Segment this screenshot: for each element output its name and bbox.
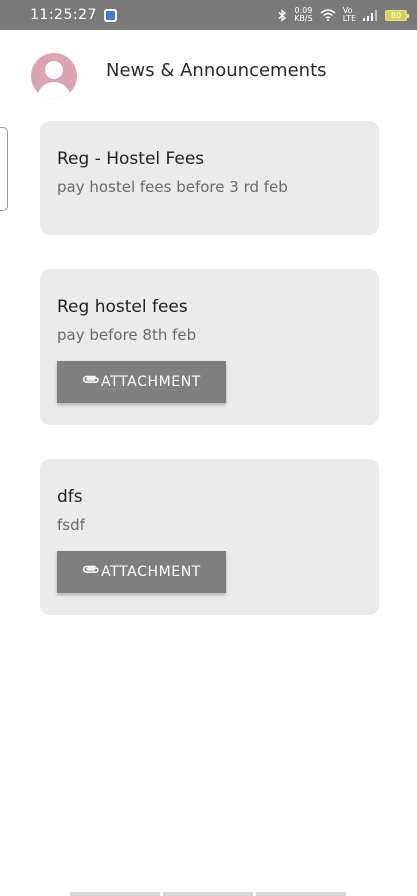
avatar-icon[interactable] bbox=[31, 53, 77, 99]
bluetooth-icon bbox=[278, 8, 287, 22]
announcement-title: Reg - Hostel Fees bbox=[57, 149, 205, 169]
battery-icon: 80 bbox=[385, 9, 409, 21]
announcement-body: fsdf bbox=[57, 516, 85, 534]
wifi-icon bbox=[320, 9, 336, 21]
avatar-body bbox=[37, 82, 71, 99]
announcement-title: Reg hostel fees bbox=[57, 297, 188, 317]
app-notification-icon bbox=[103, 8, 117, 22]
status-time: 11:25:27 bbox=[30, 7, 97, 23]
announcement-card[interactable]: dfs fsdf ATTACHMENT bbox=[40, 459, 379, 615]
announcement-body: pay hostel fees before 3 rd feb bbox=[57, 178, 288, 196]
app-header: News & Announcements bbox=[0, 30, 417, 118]
bottom-nav-hint bbox=[70, 892, 346, 896]
status-bar: 11:25:27 0.09 KB/S Vo LTE 80 bbox=[0, 0, 417, 30]
nav-hint-segment bbox=[163, 892, 253, 896]
paperclip-icon bbox=[83, 375, 99, 383]
announcement-card[interactable]: Reg hostel fees pay before 8th feb ATTAC… bbox=[40, 269, 379, 425]
attachment-button[interactable]: ATTACHMENT bbox=[57, 551, 226, 593]
nav-hint-segment bbox=[256, 892, 346, 896]
announcement-list: Reg - Hostel Fees pay hostel fees before… bbox=[40, 121, 379, 649]
avatar-head bbox=[45, 61, 63, 79]
attachment-label: ATTACHMENT bbox=[101, 374, 201, 390]
network-speed: 0.09 KB/S bbox=[294, 7, 313, 23]
edge-drawer-handle[interactable] bbox=[0, 127, 8, 211]
announcement-body: pay before 8th feb bbox=[57, 326, 197, 344]
attachment-button[interactable]: ATTACHMENT bbox=[57, 361, 226, 403]
paperclip-icon bbox=[83, 565, 99, 573]
attachment-label: ATTACHMENT bbox=[101, 564, 201, 580]
announcement-card[interactable]: Reg - Hostel Fees pay hostel fees before… bbox=[40, 121, 379, 235]
network-type: Vo LTE bbox=[343, 7, 356, 23]
nav-hint-segment bbox=[70, 892, 160, 896]
signal-icon bbox=[363, 9, 377, 21]
network-speed-unit: KB/S bbox=[294, 14, 313, 23]
network-type-bottom: LTE bbox=[342, 14, 356, 23]
announcement-title: dfs bbox=[57, 487, 83, 507]
page-title: News & Announcements bbox=[106, 60, 327, 81]
status-icons: 0.09 KB/S Vo LTE 80 bbox=[278, 7, 409, 23]
